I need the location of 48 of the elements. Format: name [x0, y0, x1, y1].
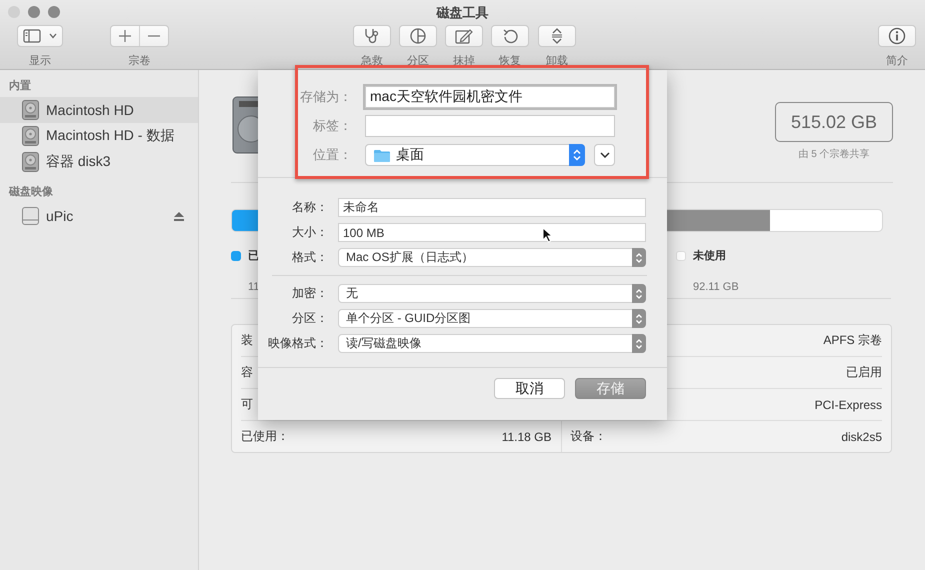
toolbar-label: 抹掉 [453, 54, 475, 68]
sidebar-section-title: 磁盘映像 [9, 184, 53, 198]
toolbar-label: 恢复 [499, 54, 521, 68]
info-label: 装 [241, 332, 253, 349]
field-label: 格式： [291, 249, 328, 266]
info-label: 设备： [570, 428, 606, 445]
info-value: PCI-Express [814, 398, 882, 412]
text-field[interactable]: 100 MB [338, 223, 646, 242]
toolbar-label: 显示 [29, 54, 51, 68]
field-label: 映像格式： [267, 335, 328, 352]
legend-label: 已 [248, 249, 259, 263]
popup-button[interactable]: 无 [338, 284, 646, 303]
field-label: 标签： [312, 117, 352, 135]
sidebar-item[interactable]: Macintosh HD - 数据 [0, 123, 198, 149]
info-value: disk2s5 [841, 430, 882, 444]
window-title: 磁盘工具 [436, 4, 488, 22]
location-popup[interactable]: 桌面 [365, 144, 585, 166]
toolbar-label: 分区 [407, 54, 429, 68]
legend-label: 未使用 [693, 248, 726, 263]
sidebar-item[interactable]: uPic [0, 203, 198, 229]
capacity-note: 由 5 个宗卷共享 [798, 148, 870, 161]
popup-button[interactable]: 单个分区 - GUID分区图 [338, 309, 646, 328]
info-label: 容 [241, 364, 253, 381]
field-label: 位置： [312, 146, 352, 164]
cancel-button[interactable]: 取消 [494, 378, 565, 399]
popup-button[interactable]: Mac OS扩展（日志式） [338, 248, 646, 267]
info-value: 已启用 [846, 364, 882, 381]
field-label: 名称： [291, 199, 328, 216]
toolbar-label: 卸载 [546, 54, 568, 68]
sidebar-item[interactable]: Macintosh HD [0, 97, 198, 123]
info-value: 11.18 GB [502, 430, 552, 444]
info-label: 可 [241, 396, 253, 413]
sidebar-item[interactable]: 容器 disk3 [0, 149, 198, 175]
popup-button[interactable]: 读/写磁盘映像 [338, 334, 646, 353]
sidebar-section-title: 内置 [9, 78, 31, 92]
field-label: 加密： [291, 285, 328, 302]
text-field[interactable]: 未命名 [338, 198, 646, 217]
legend-value: 11 [248, 281, 260, 293]
info-label: 已使用： [241, 428, 289, 445]
legend-value: 92.11 GB [693, 281, 739, 293]
field-label: 大小： [291, 224, 328, 241]
field-label: 分区： [291, 310, 328, 327]
toolbar-label: 简介 [886, 54, 908, 68]
save-as-field[interactable]: mac天空软件园机密文件 [365, 86, 615, 108]
info-value: APFS 宗卷 [823, 332, 882, 349]
capacity-box: 515.02 GB [775, 102, 893, 142]
toolbar-label: 宗卷 [128, 54, 150, 68]
field-label: 存储为： [299, 88, 352, 106]
